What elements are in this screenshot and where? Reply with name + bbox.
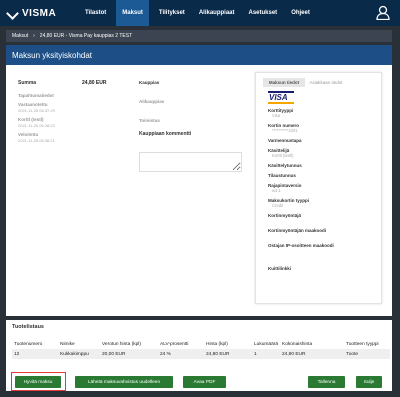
merchant-label: Kauppias (139, 80, 160, 85)
breadcrumb-separator-icon: › (33, 33, 35, 39)
payment-info-card: Maksun tiedot Asiakkaan tiedot VISA Kort… (255, 72, 382, 304)
product-list-title: Tuotelistaus (12, 324, 44, 330)
field-label: Kortinmyöntäjän maakoodi (268, 228, 327, 233)
column-header: Hinta (kpl) (206, 341, 228, 347)
field-label: Tilaustunnus (268, 173, 296, 178)
table-cell: 24,80 EUR (282, 351, 306, 357)
field-value: w3.1 (272, 188, 281, 193)
event-item: Veloitetta 2021-11-26 06:38:21 (18, 132, 118, 143)
top-nav-bar: VISMA Tilastot Maksut Tilitykset Alikaup… (0, 0, 400, 26)
table-header-row: Tuotenumero Nimike Verotun hinta (kpl) A… (12, 339, 390, 349)
tab-customer-info[interactable]: Asiakkaan tiedot (305, 78, 347, 87)
field-label: Kortinmyöntäjä (268, 213, 302, 218)
receipt-link[interactable]: Kuittilinkki (268, 266, 378, 271)
field-value: Credit (272, 203, 284, 208)
field-value: Visa (272, 113, 281, 118)
field-label: Ostajan IP-osoitteen maakoodi (268, 243, 334, 248)
field-label: Varmennustapa (268, 138, 302, 143)
visma-logo-mark-icon (8, 8, 20, 18)
events-label: Tapahtumatiedot (18, 93, 54, 98)
summary-column: Summa 24,80 EUR Tapahtumatiedot Vastaano… (18, 80, 118, 143)
field-label: Käsittelytunnus (268, 163, 302, 168)
table-cell: Tuote (346, 351, 359, 357)
visma-logo[interactable]: VISMA (8, 8, 56, 19)
nav-ohjeet[interactable]: Ohjeet (287, 0, 314, 26)
column-header: Lukumäärä (254, 341, 278, 347)
column-header: Tuotenumero (14, 341, 43, 347)
payment-details-panel: Summa 24,80 EUR Tapahtumatiedot Vastaano… (6, 65, 392, 316)
event-time: 2021-11-26 06:38:22 (18, 123, 55, 128)
refund-button[interactable]: Hyvitä maksu (15, 376, 61, 388)
field-value: **********1001 (272, 128, 298, 133)
merchant-comment-label: Kauppiaan kommentti (139, 131, 192, 137)
logo-text: VISMA (22, 7, 57, 19)
info-tabs: Maksun tiedot Asiakkaan tiedot (263, 78, 347, 87)
nav-maksut[interactable]: Maksut (116, 0, 149, 26)
main-nav: Tilastot Maksut Tilitykset Alikauppiaat … (81, 0, 320, 26)
column-header: Kokonaishinta (282, 341, 313, 347)
page-title: Maksun yksityiskohdat (6, 45, 392, 65)
event-item: Korttl (testl) 2021-11-26 06:38:22 (18, 117, 118, 128)
event-label: Korttl (testl) (18, 117, 44, 122)
breadcrumb: Maksut › 24,80 EUR - Visma Pay kauppias … (6, 30, 392, 42)
submerchant-label: Alikauppias (139, 99, 165, 104)
tab-payment-info[interactable]: Maksun tiedot (263, 78, 305, 87)
event-item: Vastaanotettu 2021-11-26 06:37:29 (18, 102, 118, 113)
field-value: Korttl (testl) (272, 153, 294, 158)
column-header: Nimike (60, 341, 75, 347)
visa-logo-icon: VISA (268, 91, 294, 104)
event-time: 2021-11-26 06:38:21 (18, 138, 55, 143)
breadcrumb-maksut[interactable]: Maksut (12, 33, 28, 39)
merchant-column: Kauppias Alikauppias Toimistus Kauppiaan… (139, 80, 244, 172)
table-cell: 24 % (160, 351, 171, 357)
table-cell: 1 (254, 351, 257, 357)
nav-alikauppiaat[interactable]: Alikauppiaat (195, 0, 239, 26)
nav-tilastot[interactable]: Tilastot (81, 0, 110, 26)
card-info-body: VISA Korttityyppi Visa Kortin numero *****… (268, 91, 378, 276)
product-table: Tuotenumero Nimike Verotun hinta (kpl) A… (12, 339, 390, 359)
breadcrumb-current: 24,80 EUR - Visma Pay kauppias 2 TEST (39, 33, 133, 39)
column-header: Tuotteen tyyppi (346, 341, 379, 347)
table-cell: Kukkakimppu (60, 351, 89, 357)
event-time: 2021-11-26 06:37:29 (18, 108, 55, 113)
table-cell: 24,80 EUR (206, 351, 230, 357)
resend-receipt-button[interactable]: Lähetä maksuvahvistus uudelleen (75, 376, 173, 388)
sum-value: 24,80 EUR (82, 80, 107, 86)
close-button[interactable]: Sulje (356, 376, 382, 388)
event-label: Veloitetta (18, 132, 39, 137)
event-label: Vastaanotettu (18, 102, 48, 107)
nav-tilitykset[interactable]: Tilitykset (155, 0, 189, 26)
table-cell: 12 (14, 351, 20, 357)
column-header: ALV-prosentti (160, 341, 189, 347)
column-header: Verotun hinta (kpl) (102, 341, 141, 347)
merchant-comment-input[interactable] (139, 152, 242, 172)
save-button[interactable]: Tallenna (308, 376, 345, 388)
supplier-label: Toimistus (139, 118, 160, 123)
user-account-icon[interactable] (376, 5, 390, 20)
open-pdf-button[interactable]: Avaa PDF (183, 376, 226, 388)
nav-asetukset[interactable]: Asetukset (245, 0, 282, 26)
table-cell: 20,00 EUR (102, 351, 126, 357)
table-row: 12 Kukkakimppu 20,00 EUR 24 % 24,80 EUR … (12, 349, 390, 359)
